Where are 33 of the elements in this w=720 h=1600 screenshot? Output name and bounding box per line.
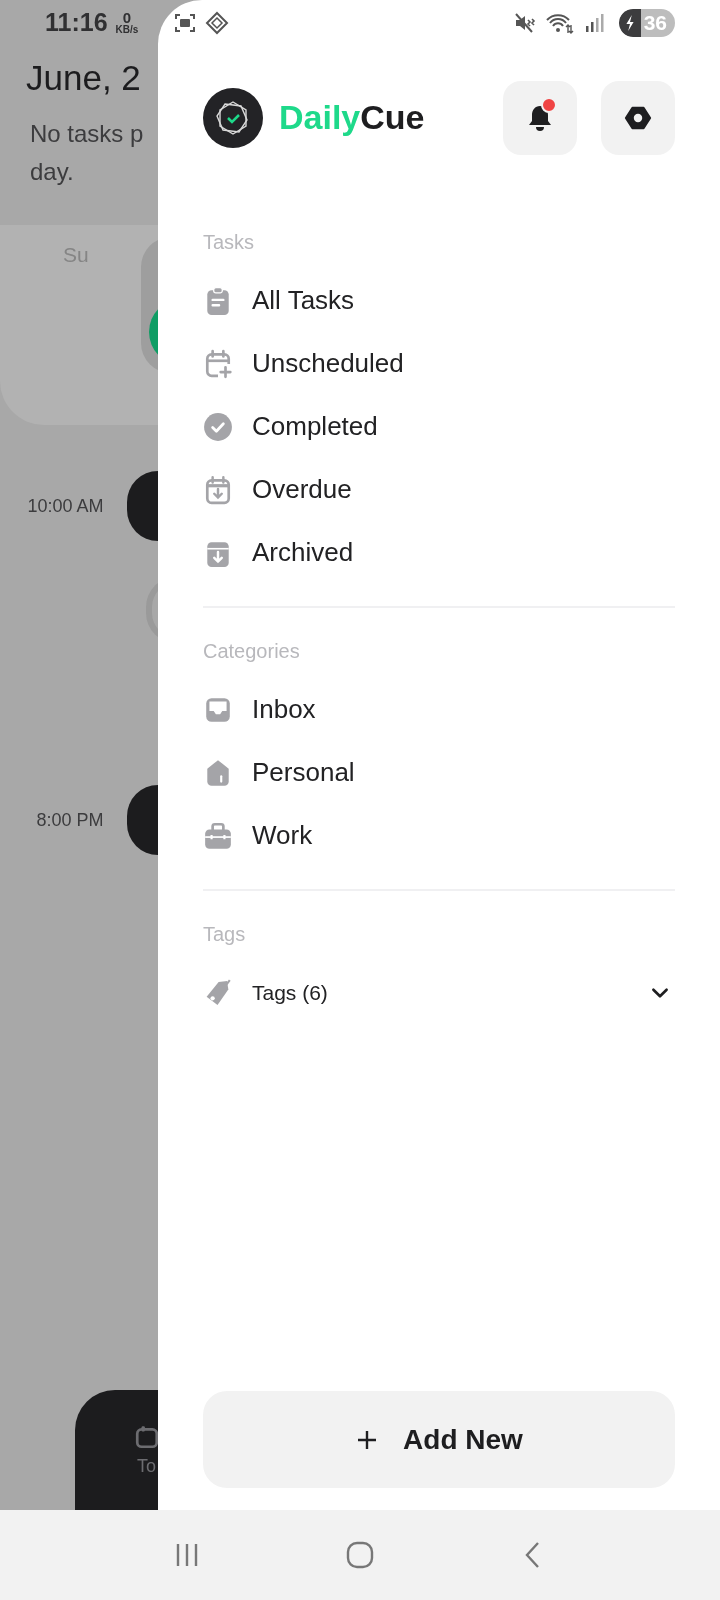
- section-title: Tags: [203, 922, 247, 947]
- net-speed-value: 0: [122, 10, 132, 25]
- menu-item[interactable]: Work: [203, 804, 675, 867]
- calendar-icon: [133, 1423, 158, 1450]
- month-title: June, 2: [26, 57, 142, 99]
- menu-item[interactable]: Archived: [203, 521, 675, 584]
- menu-item[interactable]: All Tasks: [203, 269, 675, 332]
- section-title: Tasks: [203, 230, 256, 255]
- battery-level-text: 36: [642, 10, 668, 35]
- menu-item[interactable]: Overdue: [203, 458, 675, 521]
- home-icon[interactable]: [345, 1540, 375, 1570]
- menu-item[interactable]: Unscheduled: [203, 332, 675, 395]
- settings-button[interactable]: [601, 80, 675, 155]
- menu-item[interactable]: Personal: [203, 741, 675, 804]
- status-time: 11:16: [45, 8, 108, 37]
- menu-item[interactable]: Completed: [203, 395, 675, 458]
- check-circle-icon: [203, 411, 233, 442]
- add-new-button[interactable]: Add New: [203, 1391, 675, 1488]
- tags-dropdown[interactable]: Tags (6): [203, 961, 675, 1024]
- brand-name: DailyCue: [279, 98, 425, 137]
- menu-item[interactable]: Inbox: [203, 678, 675, 741]
- timeline-time: 8:00 PM: [35, 809, 104, 831]
- subtitle-text: day.: [30, 157, 75, 187]
- section-title: Categories: [203, 639, 301, 664]
- briefcase-icon: [203, 820, 233, 851]
- net-speed-unit: KB/s: [115, 25, 139, 35]
- diamond-icon: [205, 10, 229, 35]
- notifications-button[interactable]: [503, 80, 577, 155]
- timeline-time: 10:00 AM: [26, 495, 104, 517]
- subtitle-text: No tasks p: [30, 119, 145, 149]
- calendar-arrow-icon: [203, 474, 233, 505]
- calendar-plus-icon: [203, 348, 233, 379]
- logo-icon: [203, 87, 263, 148]
